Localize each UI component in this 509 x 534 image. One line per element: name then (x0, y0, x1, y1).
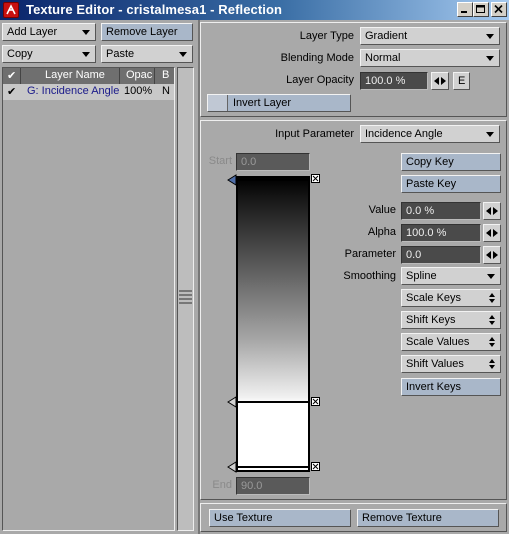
minimize-button[interactable] (457, 2, 473, 17)
key-delete-icon[interactable] (311, 462, 321, 472)
shift-keys-label: Shift Keys (406, 314, 456, 326)
grip-handle-icon[interactable] (179, 290, 192, 304)
layer-blend: N (162, 85, 170, 97)
copy-key-button[interactable]: Copy Key (401, 153, 501, 171)
scale-values-button[interactable]: Scale Values (401, 333, 501, 351)
close-button[interactable] (491, 2, 507, 17)
layer-type-label: Layer Type (299, 30, 354, 42)
shift-keys-button[interactable]: Shift Keys (401, 311, 501, 329)
smoothing-dropdown[interactable]: Spline (401, 267, 501, 285)
layer-opacity-label: Layer Opacity (286, 74, 354, 86)
remove-texture-button[interactable]: Remove Texture (357, 509, 499, 527)
add-layer-label: Add Layer (7, 26, 58, 38)
key-arrow-icon[interactable] (227, 174, 237, 186)
left-right-arrows-icon (486, 229, 498, 237)
window-title: Texture Editor - cristalmesa1 - Reflecti… (26, 2, 283, 17)
alpha-slider-button[interactable] (483, 224, 501, 242)
shift-values-label: Shift Values (406, 358, 464, 370)
layer-opacity-field[interactable]: 100.0 % (360, 72, 428, 90)
scale-keys-label: Scale Keys (406, 292, 462, 304)
invert-keys-button[interactable]: Invert Keys (401, 378, 501, 396)
left-right-arrows-icon (486, 251, 498, 259)
envelope-button[interactable]: E (453, 72, 470, 90)
end-field[interactable]: 90.0 (236, 477, 310, 495)
use-texture-button[interactable]: Use Texture (209, 509, 351, 527)
end-label: End (212, 479, 232, 491)
key-arrow-icon[interactable] (227, 461, 237, 473)
layer-opacity: 100% (124, 85, 153, 97)
chevron-down-icon (179, 52, 187, 57)
up-arrow-icon (489, 359, 495, 363)
value-label: Value (368, 204, 396, 216)
gradient-key-line (236, 466, 310, 468)
gradient-key-line (236, 401, 310, 403)
input-parameter-label: Input Parameter (275, 128, 354, 140)
start-field[interactable]: 0.0 (236, 153, 310, 171)
paste-label: Paste (106, 48, 135, 60)
down-arrow-icon (489, 343, 495, 347)
invert-layer-label: Invert Layer (233, 97, 292, 109)
down-arrow-icon (489, 365, 495, 369)
paste-dropdown[interactable]: Paste (101, 45, 193, 63)
parameter-label: Parameter (344, 248, 396, 260)
remove-layer-button[interactable]: Remove Layer (101, 23, 193, 41)
parameter-field[interactable]: 0.0 (401, 246, 481, 264)
parameter-slider-button[interactable] (483, 246, 501, 264)
alpha-label: Alpha (367, 226, 396, 238)
chevron-down-icon (486, 132, 494, 137)
scale-keys-button[interactable]: Scale Keys (401, 289, 501, 307)
chevron-down-icon (486, 56, 494, 61)
key-arrow-icon[interactable] (227, 396, 237, 408)
input-parameter-value: Incidence Angle (365, 128, 443, 140)
layer-type-dropdown[interactable]: Gradient (360, 27, 500, 45)
blending-mode-value: Normal (365, 52, 401, 64)
layer-type-value: Gradient (365, 30, 408, 42)
layer-enabled-checkmark-icon[interactable]: ✔ (7, 85, 16, 98)
gradient-bar[interactable] (236, 176, 310, 472)
column-opacity-header[interactable]: Opac (126, 69, 152, 81)
column-layer-name-header[interactable]: Layer Name (45, 69, 105, 81)
smoothing-value: Spline (406, 270, 437, 282)
chevron-down-icon (82, 52, 90, 57)
input-parameter-dropdown[interactable]: Incidence Angle (360, 125, 500, 143)
add-layer-dropdown[interactable]: Add Layer (2, 23, 96, 41)
layer-list-header: ✔ Layer Name Opac B (3, 68, 174, 84)
copy-dropdown[interactable]: Copy (2, 45, 96, 63)
shift-values-button[interactable]: Shift Values (401, 355, 501, 373)
scale-values-label: Scale Values (406, 336, 470, 348)
opacity-slider-button[interactable] (431, 72, 449, 90)
alpha-field[interactable]: 100.0 % (401, 224, 481, 242)
column-blend-header[interactable]: B (162, 69, 169, 81)
value-slider-button[interactable] (483, 202, 501, 220)
gradient-key-line (236, 179, 310, 181)
key-delete-icon[interactable] (311, 174, 321, 184)
paste-key-button[interactable]: Paste Key (401, 175, 501, 193)
layer-list[interactable] (2, 67, 175, 531)
blending-mode-label: Blending Mode (280, 52, 354, 64)
down-arrow-icon (489, 299, 495, 303)
layer-row[interactable]: ✔ G: Incidence Angle 100% N (3, 84, 174, 100)
start-label: Start (208, 155, 232, 167)
value-field[interactable]: 0.0 % (401, 202, 481, 220)
lightwave-app-icon[interactable] (3, 2, 19, 18)
maximize-button[interactable] (473, 2, 489, 17)
smoothing-label: Smoothing (343, 270, 396, 282)
invert-layer-checkbox[interactable] (208, 95, 228, 111)
down-arrow-icon (489, 321, 495, 325)
invert-layer-button[interactable]: Invert Layer (207, 94, 351, 112)
chevron-down-icon (487, 274, 495, 279)
up-arrow-icon (489, 293, 495, 297)
left-right-arrows-icon (434, 77, 446, 85)
copy-label: Copy (7, 48, 33, 60)
chevron-down-icon (82, 30, 90, 35)
key-delete-icon[interactable] (311, 397, 321, 407)
column-enable-header[interactable]: ✔ (7, 69, 16, 82)
left-right-arrows-icon (486, 207, 498, 215)
blending-mode-dropdown[interactable]: Normal (360, 49, 500, 67)
up-arrow-icon (489, 337, 495, 341)
layer-name: G: Incidence Angle (27, 85, 120, 97)
chevron-down-icon (486, 34, 494, 39)
up-arrow-icon (489, 315, 495, 319)
